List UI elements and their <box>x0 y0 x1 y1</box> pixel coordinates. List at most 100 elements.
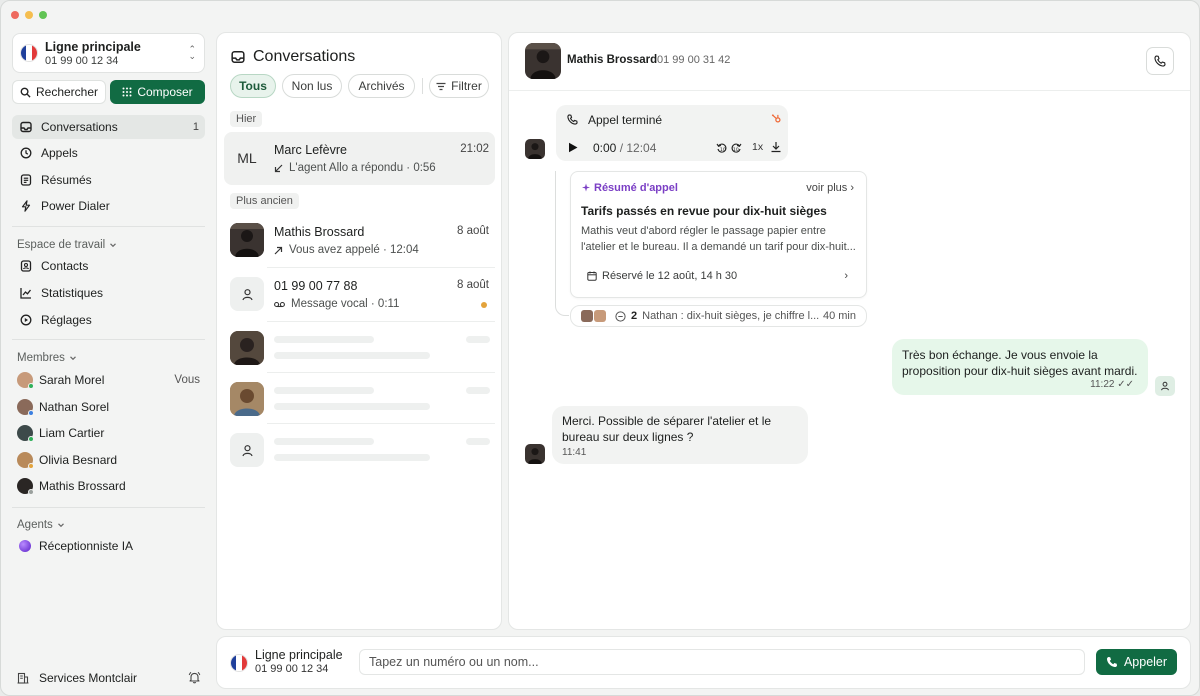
conversation-row[interactable]: 01 99 00 77 88 8 août Message vocal · 0:… <box>224 268 495 321</box>
chevron-down-icon <box>69 354 77 362</box>
download-icon[interactable] <box>770 141 782 153</box>
avatar <box>17 452 34 469</box>
chevron-updown-icon: ⌃ ⌄ <box>188 44 196 61</box>
see-more-link[interactable]: voir plus › <box>806 182 854 194</box>
call-contact-button[interactable] <box>1146 47 1174 75</box>
playback-speed-button[interactable]: 1x <box>752 141 763 153</box>
ai-orb-icon <box>19 540 31 552</box>
skeleton-line <box>274 454 430 461</box>
double-check-icon: ✓✓ <box>1117 379 1134 390</box>
message-text: Merci. Possible de séparer l'atelier et … <box>562 414 772 444</box>
settings-icon <box>20 314 32 326</box>
filter-chip-unread[interactable]: Non lus <box>282 74 342 98</box>
member-liam-cartier[interactable]: Liam Cartier <box>17 423 205 443</box>
play-button[interactable] <box>568 142 578 153</box>
filter-chip-all[interactable]: Tous <box>230 74 276 98</box>
preview-text: L'agent Allo a répondu · 0:56 <box>289 162 436 174</box>
call-summary-card[interactable]: Résumé d'appel voir plus › Tarifs passés… <box>570 171 867 298</box>
avatar <box>17 399 34 416</box>
divider <box>422 78 423 94</box>
member-sarah-morel[interactable]: Sarah Morel Vous <box>17 370 205 390</box>
chat-contact-name: Mathis Brossard <box>567 54 658 66</box>
agent-receptionist-ai[interactable]: Réceptionniste IA <box>17 536 205 556</box>
person-icon <box>241 288 253 300</box>
avatar <box>230 382 264 416</box>
app-window: Ligne principale 01 99 00 12 34 ⌃ ⌄ Reche… <box>0 0 1200 696</box>
line-title: Ligne principale <box>45 40 141 54</box>
line-number: 01 99 00 12 34 <box>45 55 119 67</box>
thread-count: 2 <box>631 310 638 322</box>
workspace-section-toggle[interactable]: Espace de travail <box>17 239 117 251</box>
maximize-window-button[interactable] <box>39 11 47 19</box>
sidebar-item-calls[interactable]: Appels <box>12 141 205 165</box>
conversation-row[interactable]: ML Marc Lefèvre 21:02 L'agent Allo a rép… <box>224 132 495 185</box>
person-icon <box>1161 381 1169 391</box>
compose-button[interactable]: Composer <box>110 80 205 104</box>
person-icon <box>241 444 253 456</box>
member-name: Sarah Morel <box>39 373 105 387</box>
call-recording-card: Appel terminé 0:00 / 12:04 10 10 1x <box>556 105 788 161</box>
sidebar-item-conversations[interactable]: Conversations 1 <box>12 115 205 139</box>
you-tag: Vous <box>174 374 200 386</box>
avatar: ML <box>230 141 264 175</box>
avatar <box>525 139 545 159</box>
summary-text: Mathis veut d'abord régler le passage pa… <box>581 225 856 253</box>
organization-switcher[interactable]: Services Montclair <box>17 671 205 685</box>
sidebar-item-label: Résumés <box>41 173 92 187</box>
contact-name: 01 99 00 77 88 <box>274 279 358 293</box>
dialer-line-title[interactable]: Ligne principale <box>255 648 343 662</box>
agents-section-toggle[interactable]: Agents <box>17 519 65 531</box>
contact-name: Marc Lefèvre <box>274 143 347 157</box>
thread-replies[interactable]: 2 Nathan : dix-huit sièges, je chiffre l… <box>570 305 867 327</box>
sidebar-item-label: Conversations <box>41 120 118 134</box>
chat-panel: Mathis Brossard 01 99 00 31 42 Appel ter… <box>508 32 1191 630</box>
notification-bell-icon[interactable] <box>188 671 201 684</box>
search-button[interactable]: Rechercher <box>12 80 106 104</box>
window-controls <box>11 11 47 19</box>
sidebar-item-summaries[interactable]: Résumés <box>12 168 205 192</box>
rewind-10-icon[interactable]: 10 <box>716 142 728 154</box>
chart-icon <box>20 287 32 299</box>
minimize-window-button[interactable] <box>25 11 33 19</box>
filter-chip-archived[interactable]: Archivés <box>348 74 415 98</box>
conversation-row[interactable]: Mathis Brossard 8 août Vous avez appelé … <box>224 214 495 267</box>
filter-button[interactable]: Filtrer <box>429 74 489 98</box>
skeleton-line <box>466 336 490 343</box>
arrow-in-icon <box>274 164 283 173</box>
close-window-button[interactable] <box>11 11 19 19</box>
thread-icon <box>615 310 626 322</box>
chat-contact-number: 01 99 00 31 42 <box>657 54 731 66</box>
arrow-out-icon <box>274 246 283 255</box>
chevron-down-icon <box>109 241 117 249</box>
sidebar-item-statistics[interactable]: Statistiques <box>12 281 205 305</box>
conversation-date: 8 août <box>457 225 489 237</box>
sidebar-item-power-dialer[interactable]: Power Dialer <box>12 194 205 218</box>
sidebar-item-label: Contacts <box>41 259 89 273</box>
booking-text: Réservé le 12 août, 14 h 30 <box>602 270 738 282</box>
sidebar-item-contacts[interactable]: Contacts <box>12 254 205 278</box>
call-button[interactable]: Appeler <box>1096 649 1177 675</box>
sidebar-item-label: Appels <box>41 146 78 160</box>
call-status: Appel terminé <box>588 113 663 127</box>
member-name: Olivia Besnard <box>39 453 118 467</box>
forward-10-icon[interactable]: 10 <box>730 142 742 154</box>
dial-input[interactable] <box>359 649 1085 675</box>
divider <box>12 226 205 227</box>
divider <box>12 339 205 340</box>
skeleton-line <box>274 336 374 343</box>
phone-call-icon <box>567 114 578 125</box>
group-label-yesterday: Hier <box>230 111 263 127</box>
summary-title: Tarifs passés en revue pour dix-huit siè… <box>581 204 827 218</box>
conversation-preview: Vous avez appelé · 12:04 <box>274 244 419 256</box>
phone-icon <box>1106 656 1118 668</box>
group-label-older: Plus ancien <box>230 193 299 209</box>
line-selector[interactable]: Ligne principale 01 99 00 12 34 ⌃ ⌄ <box>12 33 205 73</box>
dialer-bar: Ligne principale 01 99 00 12 34 Appeler <box>216 636 1191 689</box>
member-olivia-besnard[interactable]: Olivia Besnard <box>17 450 205 470</box>
members-section-toggle[interactable]: Membres <box>17 352 77 364</box>
avatar <box>230 433 264 467</box>
member-nathan-sorel[interactable]: Nathan Sorel <box>17 397 205 417</box>
member-mathis-brossard[interactable]: Mathis Brossard <box>17 476 205 496</box>
booking-row[interactable]: Réservé le 12 août, 14 h 30 › <box>577 264 860 288</box>
sidebar-item-settings[interactable]: Réglages <box>12 308 205 332</box>
